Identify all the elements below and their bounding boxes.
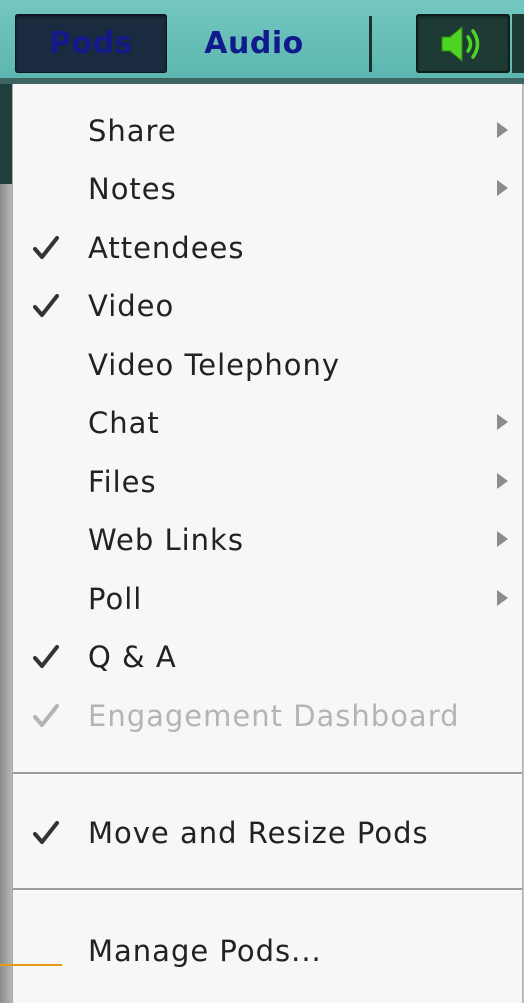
menu-item-q-and-a[interactable]: Q & A xyxy=(13,629,522,685)
menu-pods[interactable]: Pods xyxy=(15,14,167,73)
menu-separator xyxy=(13,772,522,775)
menu-item-label: Share xyxy=(88,114,177,148)
menu-item-label: Video Telephony xyxy=(88,348,341,382)
menu-item-label: Move and Resize Pods xyxy=(88,816,429,850)
submenu-arrow-icon xyxy=(497,473,508,489)
menu-item-notes[interactable]: Notes xyxy=(13,161,522,217)
menu-item-label: Web Links xyxy=(88,523,244,557)
background-accent-line xyxy=(0,964,62,966)
menu-item-label: Poll xyxy=(88,582,143,616)
menu-item-video[interactable]: Video xyxy=(13,278,522,334)
menu-item-engagement-dashboard: Engagement Dashboard xyxy=(13,688,522,744)
submenu-arrow-icon xyxy=(497,531,508,547)
menu-item-label: Notes xyxy=(88,172,177,206)
menu-item-label: Files xyxy=(88,465,157,499)
menu-item-label: Chat xyxy=(88,406,160,440)
submenu-arrow-icon xyxy=(497,414,508,430)
menu-item-attendees[interactable]: Attendees xyxy=(13,220,522,276)
menu-item-label: Video xyxy=(88,289,175,323)
menu-item-label: Q & A xyxy=(88,640,177,674)
menu-audio[interactable]: Audio xyxy=(186,14,322,73)
submenu-arrow-icon xyxy=(497,590,508,606)
checkmark-icon xyxy=(33,236,59,259)
menu-item-files[interactable]: Files xyxy=(13,454,522,510)
background-app-area xyxy=(0,84,12,1003)
menu-bar-edge xyxy=(512,14,524,73)
menu-item-chat[interactable]: Chat xyxy=(13,395,522,451)
menu-item-move-and-resize-pods[interactable]: Move and Resize Pods xyxy=(13,805,522,861)
menu-item-poll[interactable]: Poll xyxy=(13,571,522,627)
menu-item-label: Attendees xyxy=(88,231,245,265)
submenu-arrow-icon xyxy=(497,180,508,196)
speaker-button[interactable] xyxy=(416,14,510,73)
menu-bar-divider xyxy=(369,16,372,72)
menu-item-label: Manage Pods... xyxy=(88,934,322,968)
menu-item-video-telephony[interactable]: Video Telephony xyxy=(13,337,522,393)
submenu-arrow-icon xyxy=(497,122,508,138)
menu-item-share[interactable]: Share xyxy=(13,103,522,159)
pods-dropdown-menu: Share Notes Attendees Video Video Teleph… xyxy=(12,84,522,1003)
checkmark-icon xyxy=(33,294,59,317)
speaker-icon xyxy=(441,25,480,63)
menu-item-web-links[interactable]: Web Links xyxy=(13,512,522,568)
checkmark-icon xyxy=(33,821,59,844)
menu-bar: Pods Audio xyxy=(0,0,524,84)
background-app-panel xyxy=(0,84,12,184)
menu-separator xyxy=(13,888,522,891)
menu-item-manage-pods[interactable]: Manage Pods... xyxy=(13,923,522,979)
menu-item-label: Engagement Dashboard xyxy=(88,699,460,733)
checkmark-icon xyxy=(33,704,59,727)
checkmark-icon xyxy=(33,645,59,668)
